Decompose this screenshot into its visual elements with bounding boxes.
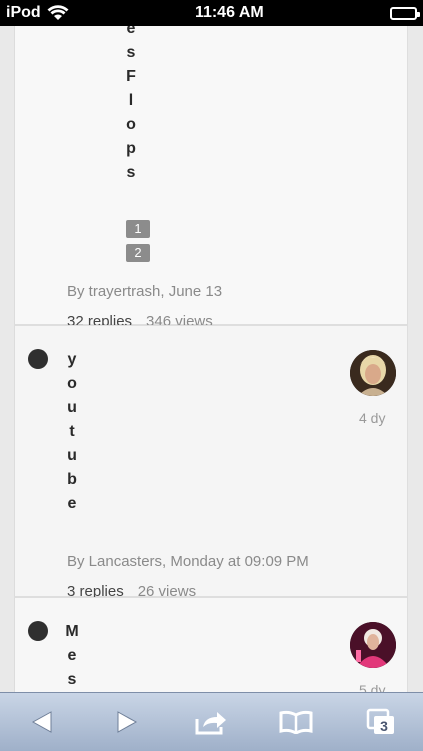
- forward-button[interactable]: [105, 702, 149, 742]
- title-letter: s: [67, 671, 77, 688]
- back-arrow-icon: [32, 711, 52, 733]
- thread-card[interactable]: e s F l o p s 1 2 By trayertrash, June 1…: [14, 26, 408, 330]
- title-letter: F: [126, 68, 136, 85]
- share-icon: [195, 712, 227, 735]
- status-bar: iPod 11:46 AM: [0, 0, 423, 26]
- tabs-icon: 3: [366, 708, 394, 734]
- thread-age: 4 dy: [359, 410, 386, 426]
- tabs-count: 3: [380, 718, 388, 734]
- title-letter: y: [67, 351, 77, 368]
- status-left: iPod: [6, 4, 69, 22]
- title-letter: e: [126, 26, 136, 37]
- thread-card[interactable]: M e s 5 dy: [14, 597, 408, 692]
- back-button[interactable]: [20, 702, 64, 742]
- thread-byline: By Lancasters, Monday at 09:09 PM: [67, 553, 309, 570]
- tabs-button[interactable]: 3: [359, 702, 403, 742]
- share-button[interactable]: [189, 702, 233, 742]
- title-letter: l: [128, 92, 134, 109]
- thread-list[interactable]: e s F l o p s 1 2 By trayertrash, June 1…: [0, 26, 423, 692]
- unread-dot-icon: [28, 621, 48, 641]
- title-letter: M: [65, 623, 79, 640]
- thread-byline: By trayertrash, June 13: [67, 283, 223, 300]
- page-link-1[interactable]: 1: [126, 220, 150, 238]
- title-letter: o: [67, 375, 77, 392]
- title-letter: s: [126, 164, 136, 181]
- status-time: 11:46 AM: [194, 4, 264, 21]
- bookmarks-button[interactable]: [274, 702, 318, 742]
- page-link-2[interactable]: 2: [126, 244, 150, 262]
- bookmarks-icon: [279, 710, 313, 734]
- title-letter: e: [67, 495, 77, 512]
- title-letter: u: [67, 399, 77, 416]
- forward-arrow-icon: [117, 711, 137, 733]
- wifi-icon: [47, 5, 69, 21]
- battery-icon: [389, 6, 420, 20]
- title-letter: b: [67, 471, 77, 488]
- browser-toolbar: 3: [0, 692, 423, 751]
- title-letter: o: [126, 116, 136, 133]
- title-letter: e: [67, 647, 77, 664]
- title-letter: t: [69, 423, 75, 440]
- title-letter: u: [67, 447, 77, 464]
- title-letter: p: [126, 140, 136, 157]
- title-letter: s: [126, 44, 136, 61]
- thread-age: 5 dy: [359, 682, 386, 692]
- carrier-label: iPod: [6, 4, 41, 21]
- unread-dot-icon: [28, 349, 48, 369]
- user-avatar[interactable]: [350, 622, 396, 668]
- thread-card[interactable]: y o u t u b e 4 dy By Lancasters, Monday…: [14, 325, 408, 600]
- user-avatar[interactable]: [350, 350, 396, 396]
